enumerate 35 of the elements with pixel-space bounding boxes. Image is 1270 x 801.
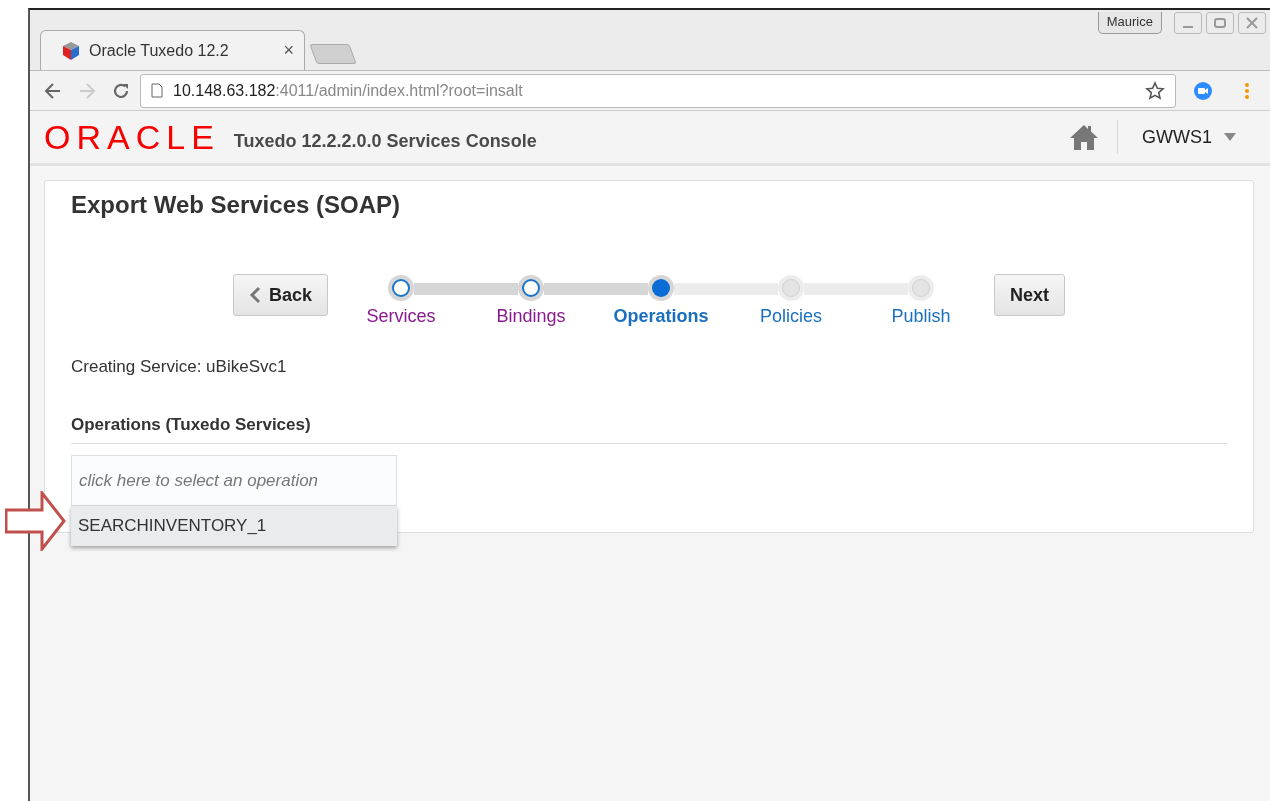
operation-field[interactable]: click here to select an operation [71,455,397,506]
step-label[interactable]: Bindings [496,306,566,327]
close-tab-button[interactable]: × [283,40,294,61]
back-button[interactable]: Back [232,274,328,316]
close-button[interactable] [1238,12,1266,34]
step-label[interactable]: Policies [760,306,822,327]
maximize-button[interactable] [1206,12,1234,34]
profile-button[interactable]: Maurice [1097,12,1162,34]
page-title: Export Web Services (SOAP) [71,191,401,219]
browser-tab[interactable]: Oracle Tuxedo 12.2 × [40,30,305,70]
step-label[interactable]: Services [366,306,436,327]
next-button[interactable]: Next [994,274,1065,316]
minimize-button[interactable] [1174,12,1202,34]
app-title: Tuxedo 12.2.2.0.0 Services Console [233,130,538,152]
domain-dropdown[interactable]: GWWS1 [1142,126,1236,148]
section-heading: Operations (Tuxedo Services) [71,415,1227,444]
caret-icon [1224,133,1236,141]
cube-icon [61,40,81,61]
step-indicator[interactable] [648,275,674,301]
star-icon[interactable] [1145,80,1165,101]
page-icon [151,83,163,98]
address-bar[interactable]: 10.148.63.182:4011/admin/index.html?root=insalt [140,73,1176,108]
chevron-left-icon [248,286,261,304]
new-tab-button[interactable] [309,44,357,64]
close-icon [1246,17,1258,29]
step-label[interactable]: Publish [891,306,951,327]
oracle-logo: ORACLE [44,117,220,157]
step-indicator[interactable] [518,275,544,301]
step-label[interactable]: Operations [613,306,709,327]
operation-option[interactable]: SEARCHINVENTORY_1 [71,506,397,546]
minimize-icon [1182,26,1194,28]
home-icon[interactable] [1069,123,1099,151]
step-indicator[interactable] [388,275,414,301]
creating-service-text: Creating Service: uBikeSvc1 [71,357,288,377]
maximize-icon [1214,17,1226,29]
